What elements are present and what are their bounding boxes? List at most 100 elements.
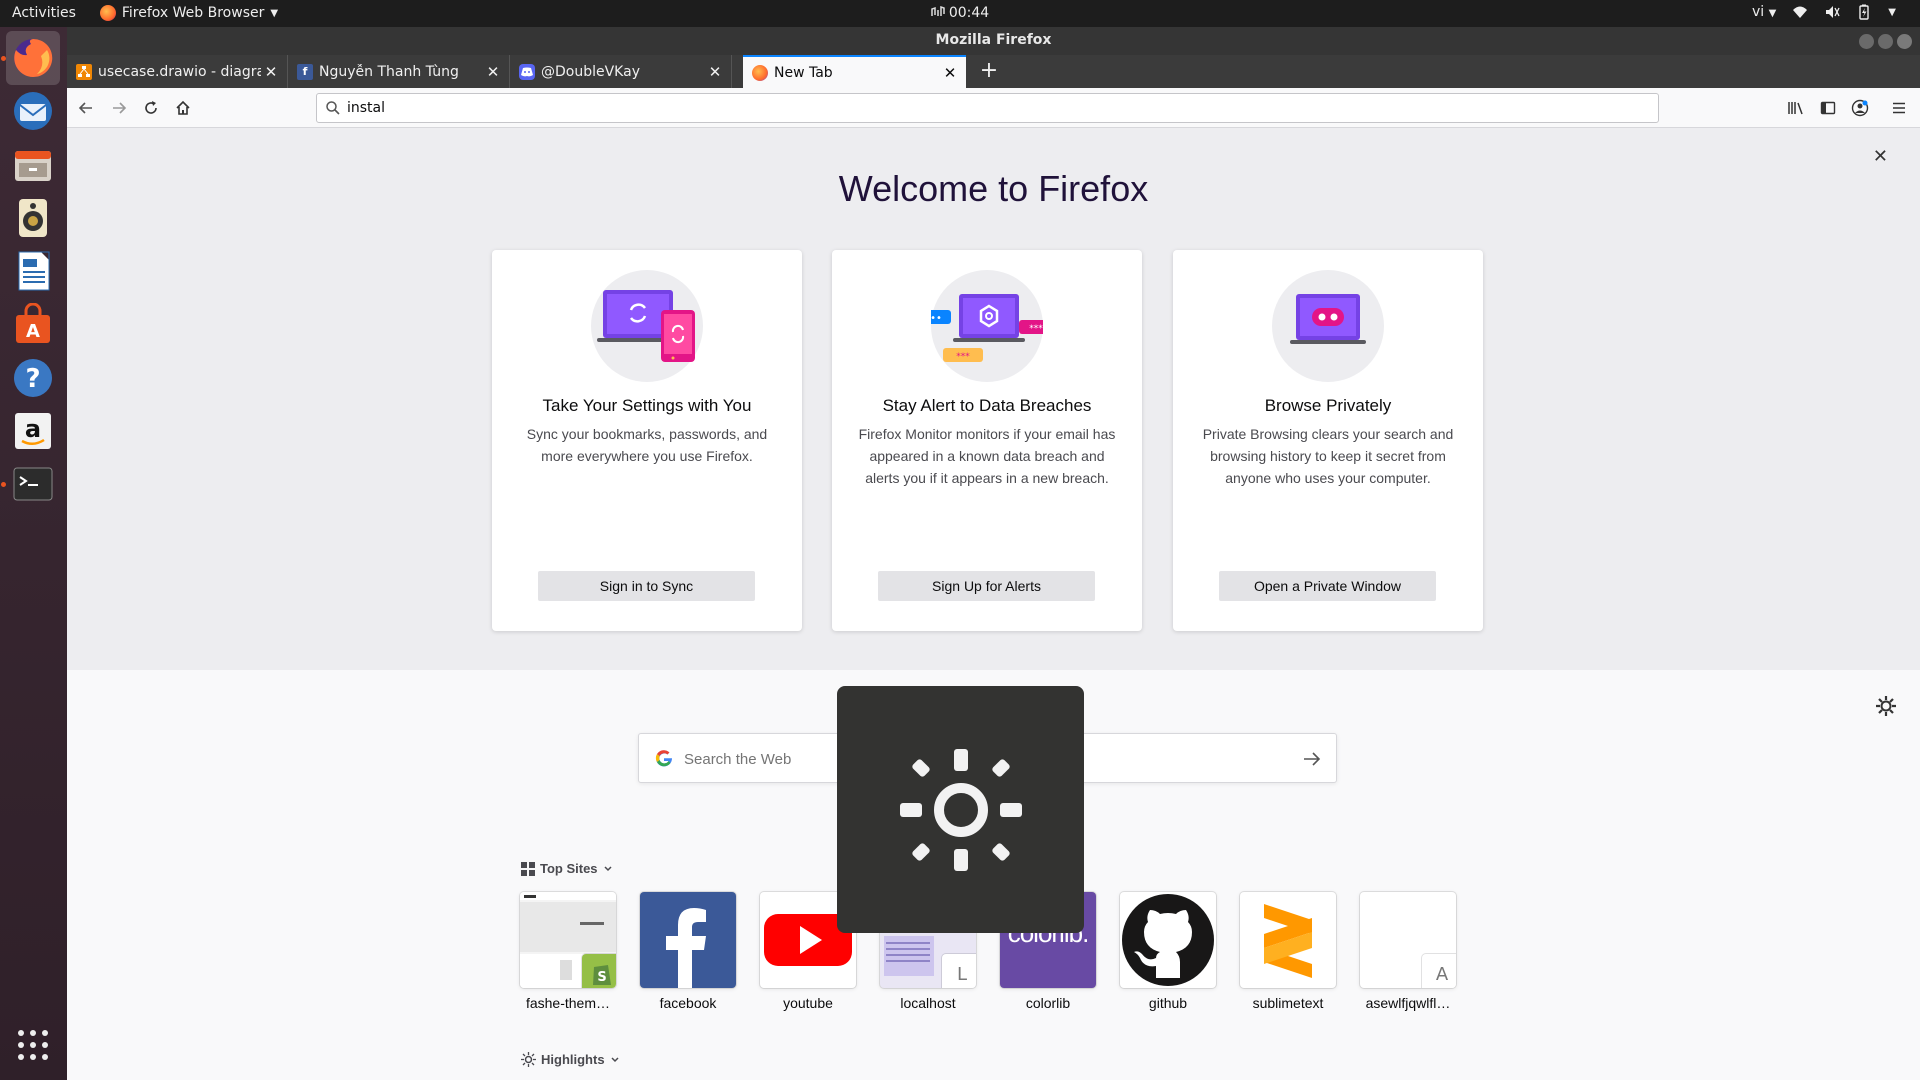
brightness-osd [837, 686, 1084, 933]
chevron-down-icon: ▼ [270, 7, 279, 19]
tab-title: New Tab [774, 64, 833, 81]
url-bar[interactable] [316, 93, 1659, 123]
tab-title: usecase.drawio - diagrams.net [98, 63, 261, 80]
input-language-indicator[interactable]: vi ▼ [1752, 4, 1776, 20]
dock-terminal[interactable] [6, 457, 60, 511]
clock[interactable]: 00:44 [931, 5, 989, 21]
library-icon [1788, 102, 1803, 115]
top-site-tile[interactable]: A asewlfjqwlfl… [1360, 892, 1456, 1011]
app-menu-button[interactable] [1885, 94, 1913, 122]
site-letter-icon: L [942, 954, 976, 988]
window-title-bar: Mozilla Firefox [67, 27, 1920, 58]
highlights-title: Highlights [541, 1052, 605, 1067]
svg-text:••: •• [931, 313, 942, 324]
top-site-tile[interactable]: S fashe-them… [520, 892, 616, 1011]
navigation-toolbar [67, 88, 1920, 128]
reload-button[interactable] [137, 94, 165, 122]
svg-text:a: a [25, 415, 41, 443]
firefox-icon [752, 64, 768, 81]
minimize-button[interactable] [1859, 34, 1874, 49]
dock-files[interactable] [6, 138, 60, 192]
file-cabinet-icon [15, 151, 51, 181]
help-icon: ? [14, 359, 52, 397]
sign-in-to-sync-button[interactable]: Sign in to Sync [538, 571, 755, 601]
maximize-button[interactable] [1878, 34, 1893, 49]
chevron-down-icon [604, 865, 612, 871]
app-menu[interactable]: Firefox Web Browser ▼ [99, 5, 279, 21]
thunderbird-icon [14, 92, 52, 130]
volume-icon[interactable] [1824, 4, 1840, 20]
tab-facebook[interactable]: f Nguyễn Thanh Tùng ✕ [288, 55, 510, 88]
card-title: Browse Privately [1264, 396, 1392, 415]
top-site-tile[interactable]: github [1120, 892, 1216, 1011]
new-tab-button[interactable]: + [975, 58, 1003, 86]
gear-icon[interactable] [1874, 694, 1898, 718]
reload-icon [145, 101, 157, 114]
dock-libreoffice-writer[interactable] [6, 244, 60, 298]
welcome-title: Welcome to Firefox [838, 168, 1149, 209]
highlights-icon [521, 1052, 536, 1067]
home-button[interactable] [169, 94, 197, 122]
grid-icon [521, 861, 535, 876]
tab-discord[interactable]: @DoubleVKay ✕ [510, 55, 732, 88]
activities-button[interactable]: Activities [12, 5, 76, 21]
svg-text:A: A [26, 321, 40, 342]
amazon-icon: a [15, 413, 51, 449]
chevron-down-icon: ▼ [1768, 8, 1777, 19]
show-applications-button[interactable] [18, 1030, 48, 1060]
sidebar-button[interactable] [1814, 94, 1842, 122]
account-icon [1851, 99, 1869, 117]
tab-new-tab[interactable]: New Tab ✕ [743, 55, 966, 88]
shopping-bag-icon: A [16, 303, 50, 343]
dock-firefox[interactable] [6, 31, 60, 85]
account-button[interactable] [1846, 94, 1874, 122]
tab-drawio[interactable]: usecase.drawio - diagrams.net ✕ [67, 55, 288, 88]
sign-up-for-alerts-button[interactable]: Sign Up for Alerts [878, 571, 1095, 601]
arrow-right-icon[interactable] [1300, 747, 1324, 771]
sync-illustration [591, 270, 703, 382]
forward-button[interactable] [105, 94, 133, 122]
close-icon[interactable]: ✕ [940, 64, 960, 82]
dock-help[interactable]: ? [6, 351, 60, 405]
site-label: colorlib [1025, 995, 1071, 1011]
sidebar-icon [1820, 101, 1836, 115]
site-letter-icon: A [1422, 954, 1456, 988]
close-window-button[interactable] [1897, 34, 1912, 49]
dock-software-center[interactable]: A [6, 298, 60, 352]
github-icon [1120, 892, 1216, 988]
dock-thunderbird[interactable] [6, 84, 60, 138]
google-icon [655, 750, 673, 767]
back-button[interactable] [72, 94, 100, 122]
monitor-card: •• *** *** Stay Alert to Data Breaches F… [832, 250, 1142, 631]
discord-icon [519, 63, 535, 80]
close-icon[interactable]: ✕ [1873, 146, 1888, 167]
open-private-window-button[interactable]: Open a Private Window [1219, 571, 1436, 601]
home-icon [176, 100, 190, 115]
site-label: facebook [659, 995, 717, 1011]
battery-icon[interactable] [1856, 4, 1872, 20]
dock-amazon[interactable]: a [6, 404, 60, 458]
top-site-tile[interactable]: facebook [640, 892, 736, 1011]
monitor-illustration: •• *** *** [921, 270, 1053, 382]
facebook-icon [640, 892, 736, 988]
facebook-icon: f [297, 63, 313, 80]
site-label: localhost [900, 995, 956, 1011]
library-button[interactable] [1782, 94, 1810, 122]
close-icon[interactable]: ✕ [483, 63, 503, 81]
highlights-header[interactable]: Highlights [521, 1052, 620, 1067]
notification-icon [931, 5, 945, 16]
document-icon [18, 251, 50, 291]
top-sites-header[interactable]: Top Sites [521, 861, 613, 876]
top-site-tile[interactable]: sublimetext [1240, 892, 1336, 1011]
system-menu-chevron-icon[interactable]: ▼ [1888, 7, 1896, 18]
card-text: Sync your bookmarks, passwords, and more… [526, 426, 768, 464]
private-browsing-illustration [1272, 270, 1384, 382]
close-icon[interactable]: ✕ [261, 63, 281, 81]
close-icon[interactable]: ✕ [705, 63, 725, 81]
sync-card: Take Your Settings with You Sync your bo… [492, 250, 802, 631]
dock-rhythmbox[interactable] [6, 191, 60, 245]
url-input[interactable] [347, 97, 1637, 119]
site-label: sublimetext [1252, 995, 1324, 1011]
wifi-icon[interactable] [1792, 4, 1808, 20]
window-title: Mozilla Firefox [935, 32, 1052, 48]
